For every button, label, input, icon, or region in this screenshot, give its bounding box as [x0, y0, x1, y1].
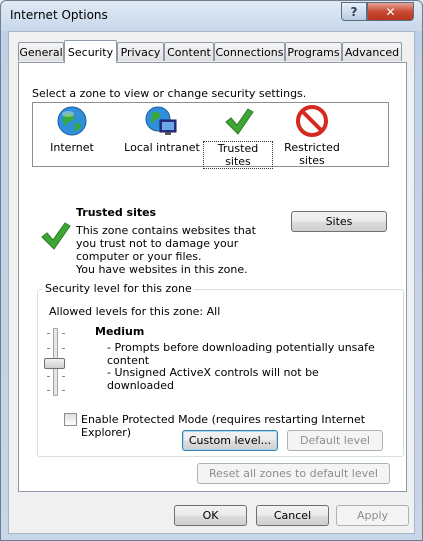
slider-tick — [47, 348, 50, 349]
slider-tick — [47, 376, 50, 377]
reset-all-label: Reset all zones to default level — [209, 467, 378, 480]
level-name: Medium — [95, 325, 145, 338]
ok-button[interactable]: OK — [174, 505, 247, 526]
custom-level-label: Custom level... — [188, 434, 272, 447]
zone-prompt: Select a zone to view or change security… — [32, 87, 307, 100]
default-level-label: Default level — [300, 434, 370, 447]
custom-level-button[interactable]: Custom level... — [182, 430, 278, 451]
help-icon: ? — [350, 4, 358, 19]
internet-options-window: Internet Options ? ✕ General Security Pr… — [0, 0, 423, 541]
dialog-client-area: General Security Privacy Content Connect… — [8, 31, 415, 534]
zone-label: Trusted sites — [203, 141, 273, 169]
close-icon: ✕ — [385, 4, 396, 19]
zone-internet[interactable]: Internet — [37, 105, 107, 154]
slider-tick — [62, 390, 65, 391]
zone-local-intranet[interactable]: Local intranet — [121, 105, 203, 154]
zone-trusted-sites[interactable]: Trusted sites — [203, 105, 273, 169]
security-tab-panel: Select a zone to view or change security… — [18, 62, 407, 492]
tab-advanced[interactable]: Advanced — [342, 42, 402, 61]
help-button[interactable]: ? — [341, 2, 367, 21]
slider-tick — [62, 333, 65, 334]
restricted-icon — [296, 105, 328, 137]
zone-label: Local intranet — [124, 141, 200, 154]
sites-button-label: Sites — [325, 215, 353, 228]
slider-tick — [62, 348, 65, 349]
apply-label: Apply — [356, 509, 389, 522]
cancel-button[interactable]: Cancel — [256, 505, 329, 526]
zone-description: This zone contains websites that you tru… — [76, 224, 256, 263]
zone-restricted-sites[interactable]: Restricted sites — [279, 105, 345, 167]
close-button[interactable]: ✕ — [367, 2, 414, 21]
cancel-label: Cancel — [273, 509, 312, 522]
ok-label: OK — [202, 509, 219, 522]
group-title: Security level for this zone — [43, 282, 194, 295]
slider-tick — [47, 333, 50, 334]
slider-tick — [62, 376, 65, 377]
zone-list: Internet Local intranet Trusted sites Re… — [32, 102, 389, 169]
slider-tick — [47, 390, 50, 391]
slider-thumb[interactable] — [44, 358, 65, 369]
zone-checkmark-icon — [41, 222, 71, 250]
protected-mode-checkbox[interactable] — [64, 413, 77, 426]
intranet-icon — [145, 106, 177, 135]
window-title: Internet Options — [10, 8, 108, 22]
zone-label: Internet — [50, 141, 94, 154]
title-bar[interactable]: Internet Options ? ✕ — [1, 1, 422, 31]
tab-content[interactable]: Content — [164, 42, 214, 61]
apply-button[interactable]: Apply — [336, 505, 409, 526]
tab-programs[interactable]: Programs — [285, 42, 342, 61]
allowed-levels: Allowed levels for this zone: All — [49, 305, 221, 318]
tab-privacy[interactable]: Privacy — [117, 42, 164, 61]
tab-security[interactable]: Security — [64, 40, 117, 63]
default-level-button[interactable]: Default level — [287, 430, 383, 451]
zone-status: You have websites in this zone. — [76, 263, 248, 276]
zone-title: Trusted sites — [76, 206, 157, 219]
level-bullet: - Prompts before downloading potentially… — [107, 341, 375, 367]
sites-button[interactable]: Sites — [291, 211, 387, 232]
globe-icon — [57, 106, 87, 136]
checkmark-icon — [225, 108, 254, 135]
zone-label: Restricted sites — [284, 141, 340, 167]
level-bullet: - Unsigned ActiveX controls will not be … — [107, 366, 319, 392]
tab-connections[interactable]: Connections — [214, 42, 285, 61]
reset-all-zones-button[interactable]: Reset all zones to default level — [197, 463, 390, 484]
tab-general[interactable]: General — [18, 42, 64, 61]
